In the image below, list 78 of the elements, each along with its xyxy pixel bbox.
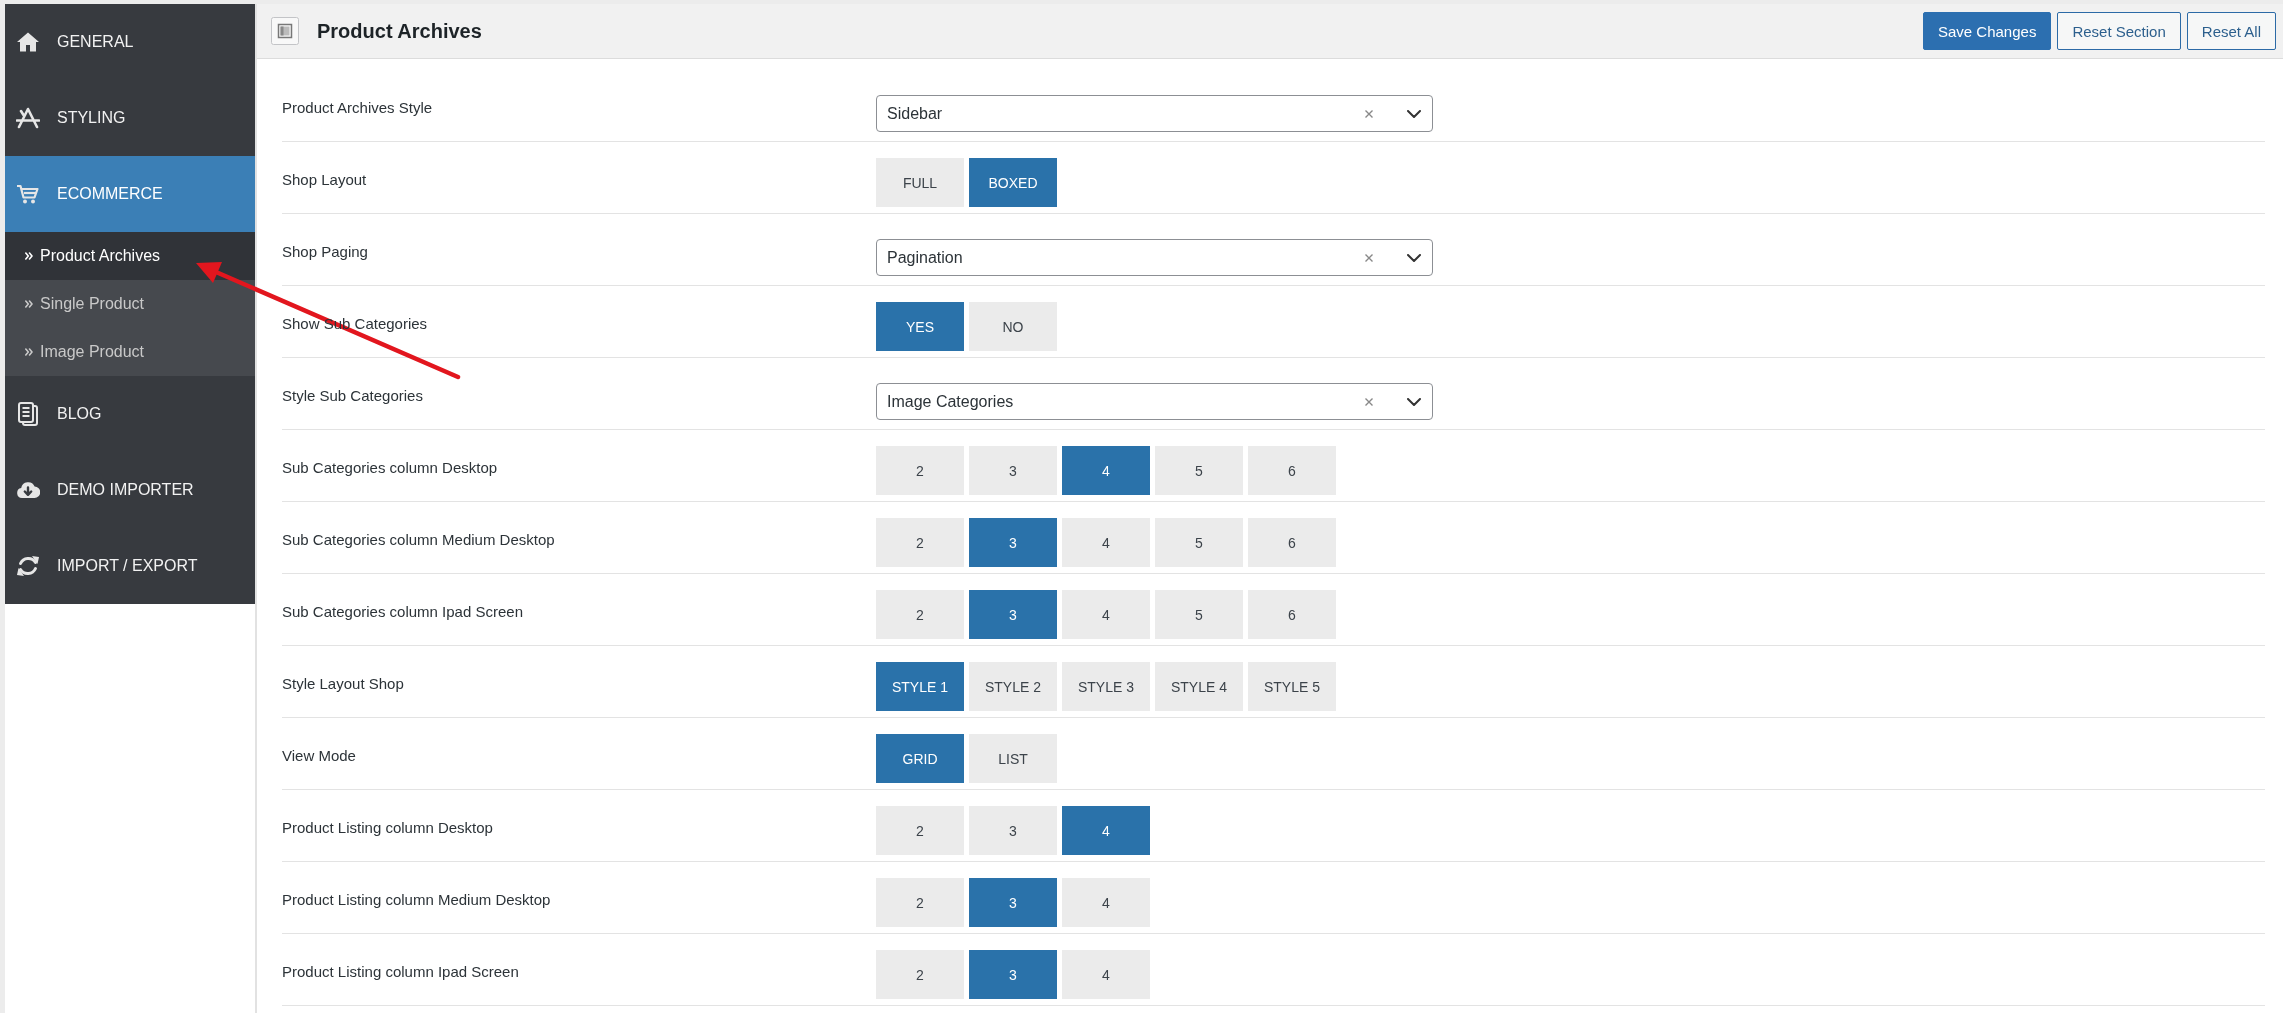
option-button[interactable]: 2 — [876, 806, 964, 855]
clear-icon[interactable] — [1365, 109, 1373, 118]
setting-label: Sub Categories column Desktop — [282, 458, 499, 478]
option-button[interactable]: 6 — [1248, 446, 1336, 495]
sidebar-item[interactable]: STYLING — [5, 80, 255, 156]
option-button[interactable]: FULL — [876, 158, 964, 207]
option-button[interactable]: 4 — [1062, 950, 1150, 999]
option-button[interactable]: 2 — [876, 950, 964, 999]
setting-label: Product Archives Style — [282, 98, 434, 118]
sidebar-item[interactable]: BLOG — [5, 376, 255, 452]
option-button[interactable]: 5 — [1155, 518, 1243, 567]
setting-label: Sub Categories column Ipad Screen — [282, 602, 524, 622]
option-button[interactable]: STYLE 4 — [1155, 662, 1243, 711]
option-button[interactable]: 3 — [969, 446, 1057, 495]
submenu-item[interactable]: Single Product — [5, 280, 255, 328]
select-field[interactable]: Sidebar — [876, 95, 1433, 132]
submenu-item[interactable]: Image Product — [5, 328, 255, 376]
setting-label: Shop Paging — [282, 242, 369, 262]
option-button[interactable]: 5 — [1155, 446, 1243, 495]
home-icon — [16, 30, 40, 54]
double-chevron-icon — [25, 252, 33, 260]
cart-icon — [16, 182, 40, 206]
option-button[interactable]: 2 — [876, 590, 964, 639]
option-button[interactable]: 5 — [1155, 590, 1243, 639]
option-button[interactable]: STYLE 1 — [876, 662, 964, 711]
setting-label: Product Listing column Desktop — [282, 818, 494, 838]
refresh-icon — [16, 554, 40, 578]
chevron-down-icon[interactable] — [1407, 397, 1421, 406]
option-button[interactable]: 4 — [1062, 518, 1150, 567]
option-button[interactable]: LIST — [969, 734, 1057, 783]
sidebar-item[interactable]: DEMO IMPORTER — [5, 452, 255, 528]
option-button[interactable]: YES — [876, 302, 964, 351]
select-field[interactable]: Image Categories — [876, 383, 1433, 420]
setting-label: Sub Categories column Medium Desktop — [282, 530, 556, 550]
page-title: Product Archives — [317, 19, 482, 43]
clear-icon[interactable] — [1365, 397, 1373, 406]
chevron-down-icon[interactable] — [1407, 253, 1421, 262]
option-button[interactable]: 3 — [969, 806, 1057, 855]
letter-a-icon — [16, 106, 40, 130]
double-chevron-icon — [25, 348, 33, 356]
reset-button[interactable]: Reset Section — [2057, 12, 2181, 50]
select-field[interactable]: Pagination — [876, 239, 1433, 276]
option-button[interactable]: 3 — [969, 950, 1057, 999]
option-button[interactable]: 6 — [1248, 518, 1336, 567]
option-button[interactable]: NO — [969, 302, 1057, 351]
setting-label: Product Listing column Ipad Screen — [282, 962, 520, 982]
option-button[interactable]: 2 — [876, 518, 964, 567]
setting-label: Product Listing column Medium Desktop — [282, 890, 552, 910]
option-button[interactable]: 3 — [969, 878, 1057, 927]
documents-icon — [16, 402, 40, 426]
option-button[interactable]: 4 — [1062, 806, 1150, 855]
chevron-down-icon[interactable] — [1407, 109, 1421, 118]
setting-label: Style Layout Shop — [282, 674, 405, 694]
option-button[interactable]: 3 — [969, 590, 1057, 639]
double-chevron-icon — [25, 300, 33, 308]
sidebar-item[interactable]: GENERAL — [5, 4, 255, 80]
option-button[interactable]: 2 — [876, 878, 964, 927]
sidebar-item[interactable]: IMPORT / EXPORT — [5, 528, 255, 604]
option-button[interactable]: BOXED — [969, 158, 1057, 207]
setting-label: View Mode — [282, 746, 357, 766]
option-button[interactable]: 4 — [1062, 590, 1150, 639]
setting-label: Shop Layout — [282, 170, 368, 190]
option-button[interactable]: STYLE 2 — [969, 662, 1057, 711]
setting-label: Style Sub Categories — [282, 386, 424, 406]
option-button[interactable]: 4 — [1062, 878, 1150, 927]
option-button[interactable]: 2 — [876, 446, 964, 495]
option-button[interactable]: 4 — [1062, 446, 1150, 495]
option-button[interactable]: STYLE 3 — [1062, 662, 1150, 711]
option-button[interactable]: STYLE 5 — [1248, 662, 1336, 711]
option-button[interactable]: 6 — [1248, 590, 1336, 639]
option-button[interactable]: GRID — [876, 734, 964, 783]
submenu-item[interactable]: Product Archives — [5, 232, 255, 280]
clear-icon[interactable] — [1365, 253, 1373, 262]
save-button[interactable]: Save Changes — [1923, 12, 2052, 50]
option-button[interactable]: 3 — [969, 518, 1057, 567]
layout-icon — [271, 17, 299, 45]
sidebar-item[interactable]: ECOMMERCE — [5, 156, 255, 232]
reset-button[interactable]: Reset All — [2186, 12, 2276, 50]
